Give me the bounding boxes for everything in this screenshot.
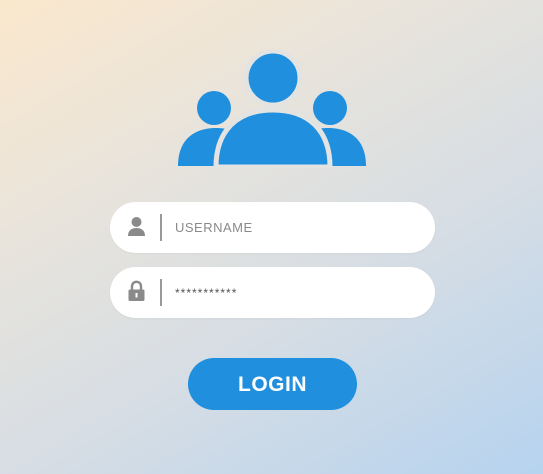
username-divider bbox=[160, 214, 162, 241]
username-placeholder: USERNAME bbox=[175, 220, 253, 235]
username-field[interactable]: USERNAME bbox=[110, 202, 435, 253]
user-icon bbox=[128, 217, 145, 236]
lock-icon bbox=[128, 280, 145, 301]
login-button[interactable]: LOGIN bbox=[188, 358, 357, 410]
password-divider bbox=[160, 279, 162, 306]
users-group-icon bbox=[178, 50, 366, 168]
password-field[interactable]: *********** bbox=[110, 267, 435, 318]
password-value: *********** bbox=[175, 286, 238, 300]
